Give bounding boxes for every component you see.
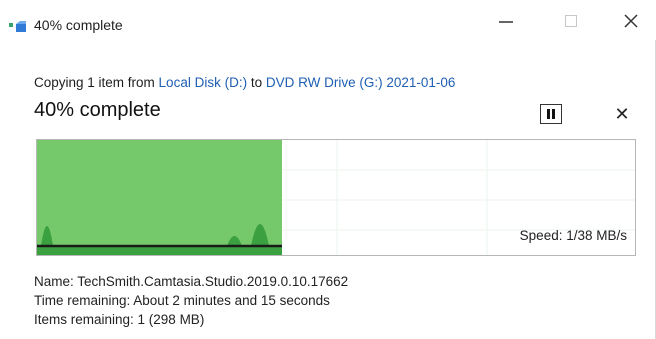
maximize-icon	[564, 14, 578, 33]
pause-icon	[546, 109, 556, 119]
copy-icon	[8, 20, 28, 34]
items-remaining: Items remaining: 1 (298 MB)	[34, 312, 205, 327]
cancel-icon: ✕	[614, 103, 630, 124]
window-title: 40% complete	[34, 17, 123, 33]
source-link[interactable]: Local Disk (D:)	[159, 75, 248, 90]
percent-complete-title: 40% complete	[34, 99, 161, 121]
copy-prefix: Copying 1 item from	[34, 75, 159, 90]
speed-label: Speed: 1/38 MB/s	[519, 228, 627, 243]
title-bar[interactable]: 40% complete	[0, 0, 656, 40]
transfer-details: Name: TechSmith.Camtasia.Studio.2019.0.1…	[34, 272, 348, 329]
progress-fill	[37, 140, 282, 255]
copy-progress-window: 40% complete Copying 1 item from Local D…	[0, 0, 656, 339]
copy-middle: to	[247, 75, 266, 90]
minimize-icon	[498, 13, 514, 34]
pause-button[interactable]	[540, 104, 562, 124]
maximize-button	[551, 8, 591, 38]
time-remaining: Time remaining: About 2 minutes and 15 s…	[34, 293, 330, 308]
cancel-button[interactable]: ✕	[612, 104, 632, 124]
minimize-button[interactable]	[486, 8, 526, 38]
close-button[interactable]	[611, 8, 651, 38]
file-name: Name: TechSmith.Camtasia.Studio.2019.0.1…	[34, 274, 349, 289]
destination-link[interactable]: DVD RW Drive (G:) 2021-01-06	[266, 75, 456, 90]
close-icon	[623, 13, 639, 34]
transfer-graph: Speed: 1/38 MB/s	[36, 139, 636, 256]
copy-description: Copying 1 item from Local Disk (D:) to D…	[34, 75, 455, 90]
